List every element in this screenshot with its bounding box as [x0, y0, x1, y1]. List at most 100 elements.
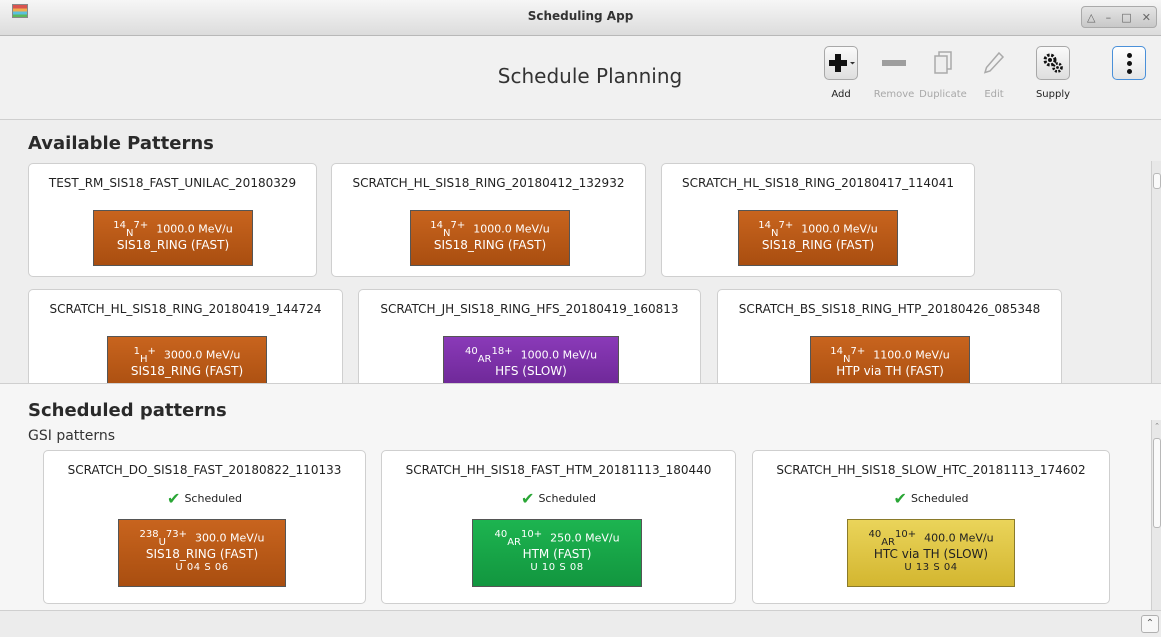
target: HTP via TH (FAST) — [836, 363, 944, 378]
energy: 400.0 MeV/u — [924, 531, 994, 545]
scheduled-pattern-card[interactable]: SCRATCH_HH_SIS18_SLOW_HTC_20181113_17460… — [752, 450, 1110, 604]
ion-mass: 40 — [868, 529, 882, 540]
pattern-name: TEST_RM_SIS18_FAST_UNILAC_20180329 — [48, 176, 297, 190]
window-minimize-icon[interactable]: – — [1106, 11, 1112, 24]
pattern-badge: 40AR18+ 1000.0 MeV/u HFS (SLOW) — [443, 336, 619, 383]
ion-charge: 7+ — [778, 220, 794, 231]
pattern-badge: 1H+ 3000.0 MeV/u SIS18_RING (FAST) — [107, 336, 267, 383]
energy: 1000.0 MeV/u — [801, 222, 878, 236]
ion-mass: 238 — [139, 529, 159, 540]
window-maximize-icon[interactable]: □ — [1121, 11, 1131, 24]
status-bar: ⌃ — [0, 610, 1161, 637]
menu-dot — [1126, 60, 1132, 66]
energy: 1000.0 MeV/u — [156, 222, 233, 236]
available-scrollbar[interactable] — [1151, 161, 1161, 383]
energy: 1000.0 MeV/u — [520, 348, 598, 362]
pattern-badge: 40AR10+ 250.0 MeV/u HTM (FAST) U 10 S 08 — [472, 519, 642, 587]
ion-element: U — [158, 536, 166, 548]
scheduled-patterns-panel: Scheduled patterns GSI patterns SCRATCH_… — [0, 383, 1161, 610]
scheduled-patterns-title: Scheduled patterns — [28, 400, 227, 421]
supply-label: Supply — [1035, 89, 1071, 100]
pattern-card[interactable]: TEST_RM_SIS18_FAST_UNILAC_20180329 14N7+… — [28, 163, 317, 277]
available-patterns-title: Available Patterns — [28, 133, 214, 154]
target: SIS18_RING (FAST) — [116, 237, 230, 252]
available-patterns-panel: Available Patterns TEST_RM_SIS18_FAST_UN… — [0, 121, 1161, 383]
scheduled-scroll-thumb[interactable] — [1153, 438, 1161, 528]
plus-icon — [829, 54, 855, 72]
checkmark-icon: ✔ — [521, 489, 535, 508]
ion-mass: 40 — [494, 529, 508, 540]
ion-charge: 7+ — [450, 220, 466, 231]
menu-dot — [1126, 68, 1132, 74]
expand-up-icon[interactable]: ⌃ — [1141, 615, 1159, 633]
pattern-card[interactable]: SCRATCH_JH_SIS18_RING_HFS_20180419_16081… — [358, 289, 701, 383]
scheduled-pattern-card[interactable]: SCRATCH_HH_SIS18_FAST_HTM_20181113_18044… — [381, 450, 736, 604]
pattern-card[interactable]: SCRATCH_HL_SIS18_RING_20180419_144724 1H… — [28, 289, 343, 383]
available-scroll-thumb[interactable] — [1153, 173, 1161, 189]
duplicate-icon — [934, 51, 952, 74]
checkmark-icon: ✔ — [167, 489, 181, 508]
energy: 250.0 MeV/u — [550, 531, 620, 545]
ion-element: N — [443, 227, 451, 239]
pattern-name: SCRATCH_HL_SIS18_RING_20180419_144724 — [49, 302, 322, 316]
pattern-card[interactable]: SCRATCH_BS_SIS18_RING_HTP_20180426_08534… — [717, 289, 1062, 383]
ion-charge: + — [147, 346, 156, 357]
target: HTM (FAST) — [522, 546, 592, 561]
pattern-name: SCRATCH_HH_SIS18_FAST_HTM_20181113_18044… — [405, 463, 712, 477]
more-menu-button[interactable] — [1112, 46, 1146, 80]
window-controls: △ – □ ✕ — [1081, 6, 1157, 28]
scheduled-pattern-card[interactable]: SCRATCH_DO_SIS18_FAST_20180822_110133 ✔ … — [43, 450, 366, 604]
target: HTC via TH (SLOW) — [873, 546, 989, 561]
edit-button[interactable]: Edit — [965, 46, 1023, 100]
pattern-name: SCRATCH_HH_SIS18_SLOW_HTC_20181113_17460… — [776, 463, 1086, 477]
status-label: Scheduled — [910, 492, 969, 505]
pattern-badge: 14N7+ 1000.0 MeV/u SIS18_RING (FAST) — [738, 210, 898, 266]
pattern-badge: 14N7+ 1000.0 MeV/u SIS18_RING (FAST) — [410, 210, 570, 266]
pencil-icon — [983, 51, 1005, 74]
add-button[interactable]: Add — [812, 46, 870, 100]
pattern-name: SCRATCH_BS_SIS18_RING_HTP_20180426_08534… — [738, 302, 1041, 316]
energy: 1100.0 MeV/u — [873, 348, 950, 362]
status-label: Scheduled — [184, 492, 242, 505]
pattern-card[interactable]: SCRATCH_HL_SIS18_RING_20180412_132932 14… — [331, 163, 646, 277]
window-titlebar: Scheduling App △ – □ ✕ — [0, 0, 1161, 36]
scheduled-status: ✔ Scheduled — [753, 489, 1109, 508]
ion-charge: 7+ — [850, 346, 866, 357]
window-restore-icon[interactable]: △ — [1087, 11, 1095, 24]
pattern-card[interactable]: SCRATCH_HL_SIS18_RING_20180417_114041 14… — [661, 163, 975, 277]
ion-charge: 7+ — [133, 220, 149, 231]
scroll-up-icon[interactable]: ⌃ — [1152, 422, 1161, 430]
supply-button[interactable]: Supply — [1024, 46, 1082, 100]
window-close-icon[interactable]: ✕ — [1142, 11, 1151, 24]
ion-charge: 10+ — [894, 529, 917, 540]
ion-mass: 40 — [464, 346, 478, 357]
minus-icon — [882, 60, 906, 66]
ion-element: N — [126, 227, 134, 239]
toolbar: Schedule Planning Add Remove Duplicate E… — [0, 36, 1161, 120]
pattern-badge: 238U73+ 300.0 MeV/u SIS18_RING (FAST) U 0… — [118, 519, 286, 587]
add-label: Add — [831, 89, 851, 100]
ion-element: AR — [881, 536, 895, 548]
ion-charge: 10+ — [520, 529, 543, 540]
target: SIS18_RING (FAST) — [761, 237, 875, 252]
ion-charge: 73+ — [165, 529, 188, 540]
duplicate-button[interactable]: Duplicate — [914, 46, 972, 100]
slots: U 13 S 04 — [904, 561, 958, 573]
window-title: Scheduling App — [527, 9, 634, 23]
ion-mass: 14 — [430, 220, 444, 231]
target: SIS18_RING (FAST) — [433, 237, 547, 252]
pattern-name: SCRATCH_HL_SIS18_RING_20180417_114041 — [682, 176, 954, 190]
pattern-name: SCRATCH_DO_SIS18_FAST_20180822_110133 — [67, 463, 342, 477]
pattern-badge: 40AR10+ 400.0 MeV/u HTC via TH (SLOW) U 1… — [847, 519, 1015, 587]
ion-mass: 14 — [113, 220, 127, 231]
edit-label: Edit — [984, 89, 1004, 100]
pattern-badge: 14N7+ 1100.0 MeV/u HTP via TH (FAST) — [810, 336, 970, 383]
scheduled-status: ✔ Scheduled — [382, 489, 735, 508]
checkmark-icon: ✔ — [893, 489, 907, 508]
scheduled-scrollbar[interactable]: ⌃ — [1151, 420, 1161, 610]
status-label: Scheduled — [538, 492, 596, 505]
energy: 3000.0 MeV/u — [163, 348, 241, 362]
menu-dot — [1126, 52, 1132, 58]
target: HFS (SLOW) — [495, 363, 567, 378]
energy: 1000.0 MeV/u — [473, 222, 550, 236]
